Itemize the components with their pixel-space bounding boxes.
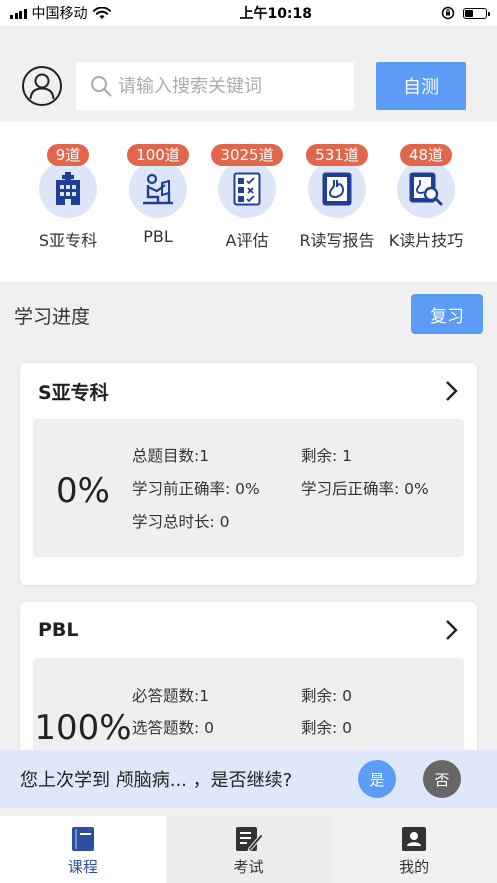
total-study-time: 学习总时长: 0 [132,513,230,531]
continue-no-button[interactable]: 否 [423,760,461,798]
header: 自测 [0,50,497,122]
category-grid: 9道 S亚专科 100道 PBL 3025道 A评估 531道 R读写报告 48… [0,122,497,282]
remaining-count: 剩余: 1 [301,447,353,465]
reading-person-icon [143,173,173,205]
card-header: PBL [20,602,477,658]
question-count-badge: 531道 [306,144,368,166]
card-stats-panel: 0% 总题目数:1 剩余: 1 学习前正确率: 0% 学习后正确率: 0% 学习… [33,419,464,557]
post-study-accuracy: 学习后正确率: 0% [301,480,429,498]
battery-icon [462,7,490,19]
question-count-badge: 48道 [399,144,453,166]
search-box[interactable] [76,62,354,110]
category-a-assessment[interactable]: 3025道 A评估 [197,144,297,251]
chevron-right-icon[interactable] [445,619,459,641]
category-label: S亚专科 [38,231,98,250]
category-pbl[interactable]: 100道 PBL [108,144,208,246]
category-icon-circle [129,160,187,218]
course-card-s-subspecialty[interactable]: S亚专科 0% 总题目数:1 剩余: 1 学习前正确率: 0% 学习后正确率: … [20,363,477,585]
tab-label: 考试 [233,858,264,876]
optional-remaining: 剩余: 0 [301,719,353,737]
continue-yes-button[interactable]: 是 [358,760,396,798]
required-remaining: 剩余: 0 [301,687,353,705]
scan-magnify-icon [409,172,443,206]
checklist-icon [233,172,261,206]
category-icon-circle [39,160,97,218]
signal-icon [10,8,27,19]
chevron-right-icon[interactable] [445,380,459,402]
card-title: PBL [38,619,79,641]
progress-title: 学习进度 [14,306,91,328]
category-k-reading[interactable]: 48道 K读片技巧 [376,144,476,251]
status-right [441,6,490,20]
card-header: S亚专科 [20,363,477,419]
tab-label: 课程 [67,858,98,876]
question-count-badge: 9道 [46,144,90,166]
progress-percent: 0% [56,471,110,511]
continue-prompt-bar: 您上次学到 颅脑病... ，是否继续? 是 否 [0,750,497,808]
selftest-button[interactable]: 自测 [376,62,466,110]
category-r-report[interactable]: 531道 R读写报告 [287,144,387,251]
book-icon [71,827,94,851]
stomach-report-icon [322,172,352,206]
category-label: A评估 [225,231,269,250]
wifi-icon [92,6,111,19]
category-label: R读写报告 [299,231,375,250]
rotation-lock-icon [441,6,455,20]
search-input[interactable] [118,75,348,97]
profile-card-icon [402,827,427,851]
category-s-subspecialty[interactable]: 9道 S亚专科 [18,144,118,251]
hospital-icon [56,172,80,205]
category-icon-circle [218,160,276,218]
review-button[interactable]: 复习 [411,294,483,334]
category-icon-circle [308,160,366,218]
tab-exams[interactable]: 考试 [165,816,332,883]
optional-questions: 选答题数: 0 [132,719,215,737]
status-bar: 中国移动 上午10:18 [0,0,497,26]
total-questions: 总题目数:1 [132,447,210,465]
battery-fill [464,9,473,17]
user-icon [29,73,55,100]
question-count-badge: 3025道 [211,144,283,166]
category-label: PBL [143,227,173,246]
card-title: S亚专科 [38,381,109,404]
clock: 上午10:18 [239,6,313,22]
progress-percent: 100% [34,708,132,748]
carrier-name: 中国移动 [31,6,88,22]
exam-paper-icon [235,827,263,852]
question-count-badge: 100道 [127,144,189,166]
required-questions: 必答题数:1 [132,687,210,705]
category-icon-circle [397,160,455,218]
search-icon [91,76,112,97]
tab-mine[interactable]: 我的 [331,816,497,883]
pre-study-accuracy: 学习前正确率: 0% [132,480,260,498]
continue-prompt-text: 您上次学到 颅脑病... ，是否继续? [20,770,293,791]
category-label: K读片技巧 [388,231,464,250]
progress-section-header: 学习进度 复习 [0,282,497,348]
avatar[interactable] [22,66,62,106]
tab-courses[interactable]: 课程 [0,816,166,883]
tab-label: 我的 [399,858,430,876]
status-left: 中国移动 [10,3,111,23]
bottom-tab-bar: 课程 考试 我的 [0,816,497,883]
